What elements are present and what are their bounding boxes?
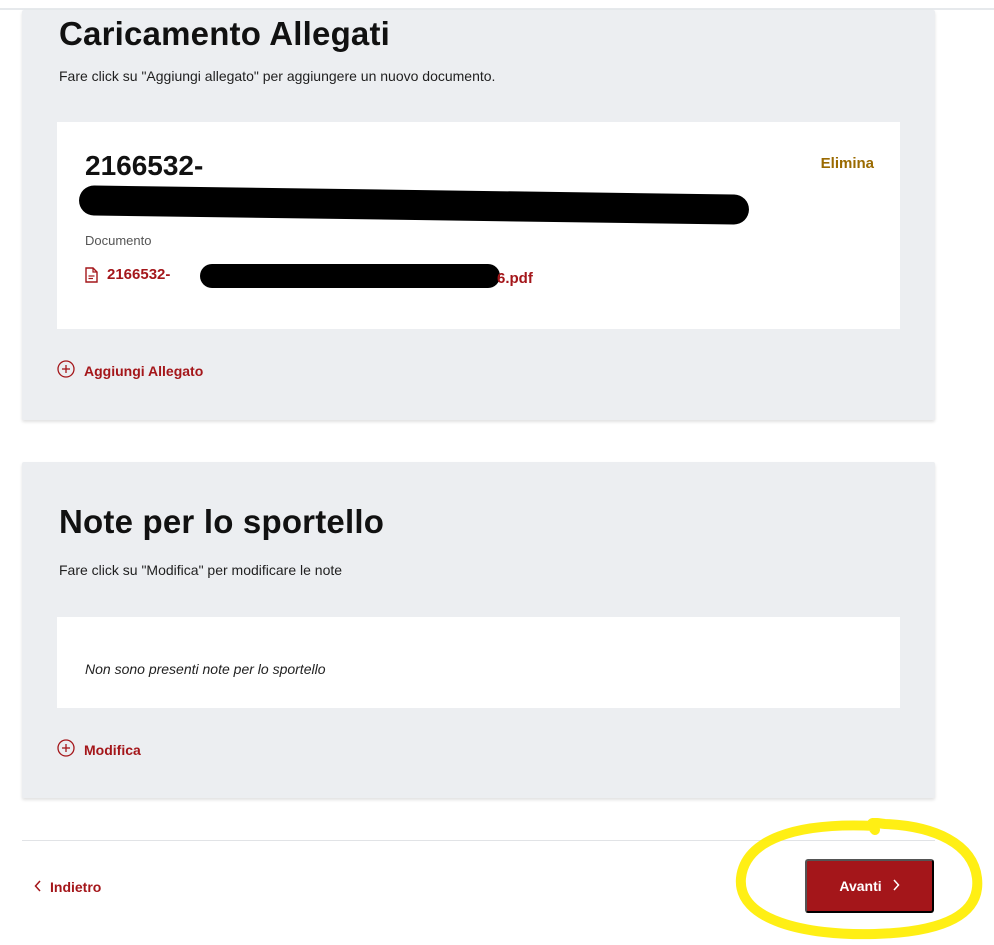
- redaction-mark: [200, 264, 500, 288]
- back-button[interactable]: Indietro: [34, 879, 101, 895]
- chevron-left-icon: [34, 879, 42, 895]
- document-file-link[interactable]: 2166532-: [85, 266, 170, 283]
- redaction-mark: [78, 185, 750, 225]
- next-label: Avanti: [839, 878, 882, 894]
- chevron-right-icon: [892, 878, 900, 894]
- footer-divider: [22, 840, 935, 841]
- document-file-prefix: 2166532-: [107, 266, 171, 283]
- next-button[interactable]: Avanti: [805, 859, 934, 913]
- plus-circle-icon: [57, 739, 75, 760]
- notes-card: Note per lo sportello Fare click su "Mod…: [22, 462, 935, 798]
- attachment-item: 2166532- Elimina Documento 2166532- 6.pd…: [57, 122, 900, 329]
- edit-notes-label: Modifica: [84, 741, 141, 758]
- document-label: Documento: [85, 233, 152, 248]
- attachment-name: 2166532-: [85, 150, 204, 181]
- add-attachment-button[interactable]: Aggiungi Allegato: [57, 360, 203, 381]
- add-attachment-label: Aggiungi Allegato: [84, 362, 204, 379]
- notes-subtitle: Fare click su "Modifica" per modificare …: [59, 562, 343, 578]
- notes-empty-text: Non sono presenti note per lo sportello: [85, 661, 326, 677]
- attachments-card: Caricamento Allegati Fare click su "Aggi…: [22, 10, 935, 420]
- back-label: Indietro: [50, 879, 102, 895]
- plus-circle-icon: [57, 360, 75, 381]
- file-icon: [85, 266, 98, 283]
- document-file-suffix: 6.pdf: [497, 270, 533, 287]
- attachments-title: Caricamento Allegati: [59, 15, 391, 52]
- notes-title: Note per lo sportello: [59, 503, 385, 540]
- delete-link[interactable]: Elimina: [821, 155, 874, 172]
- edit-notes-button[interactable]: Modifica: [57, 739, 141, 760]
- attachments-subtitle: Fare click su "Aggiungi allegato" per ag…: [59, 68, 496, 84]
- notes-box: Non sono presenti note per lo sportello: [57, 617, 900, 708]
